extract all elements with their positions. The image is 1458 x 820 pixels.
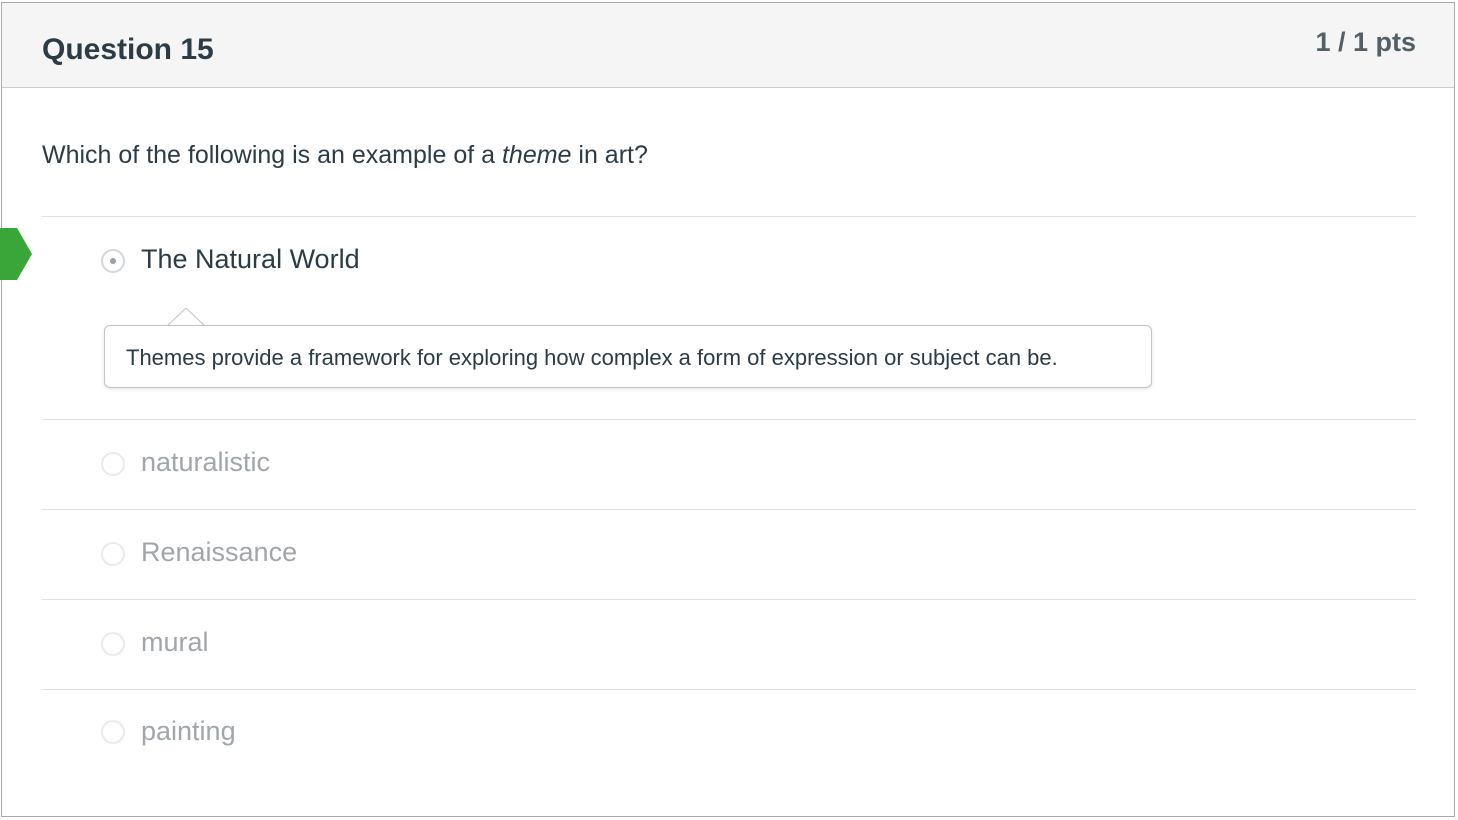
- quiz-question: Question 15 1 / 1 pts Which of the follo…: [1, 2, 1455, 817]
- answer-radio[interactable]: [101, 542, 125, 566]
- question-points: 1 / 1 pts: [1315, 27, 1416, 57]
- answer-option-1[interactable]: The Natural World: [42, 217, 1416, 419]
- answer-radio[interactable]: [101, 720, 125, 744]
- question-header: Question 15 1 / 1 pts: [2, 3, 1454, 88]
- answer-option-2[interactable]: naturalistic: [42, 420, 1416, 509]
- answer-label: painting: [141, 716, 236, 746]
- question-text: Which of the following is an example of …: [42, 141, 648, 170]
- question-text-before: Which of the following is an example of …: [42, 141, 502, 169]
- question-title: Question 15: [42, 33, 214, 66]
- answer-comment-text: Themes provide a framework for exploring…: [126, 345, 1058, 370]
- answer-option-3[interactable]: Renaissance: [42, 510, 1416, 599]
- answer-radio[interactable]: [101, 632, 125, 656]
- answer-radio-selected[interactable]: [101, 249, 125, 273]
- answer-label: mural: [141, 627, 209, 657]
- correct-answer-arrow-icon: [0, 228, 32, 280]
- answer-label: Renaissance: [141, 537, 298, 567]
- answer-option-5[interactable]: painting: [42, 690, 1416, 779]
- answer-label: The Natural World: [141, 244, 360, 274]
- question-text-emphasis: theme: [501, 141, 572, 169]
- question-text-after: in art?: [571, 141, 648, 169]
- answer-comment: Themes provide a framework for exploring…: [104, 325, 1152, 388]
- answer-radio[interactable]: [101, 452, 125, 476]
- answer-label: naturalistic: [141, 447, 271, 477]
- answer-option-4[interactable]: mural: [42, 600, 1416, 689]
